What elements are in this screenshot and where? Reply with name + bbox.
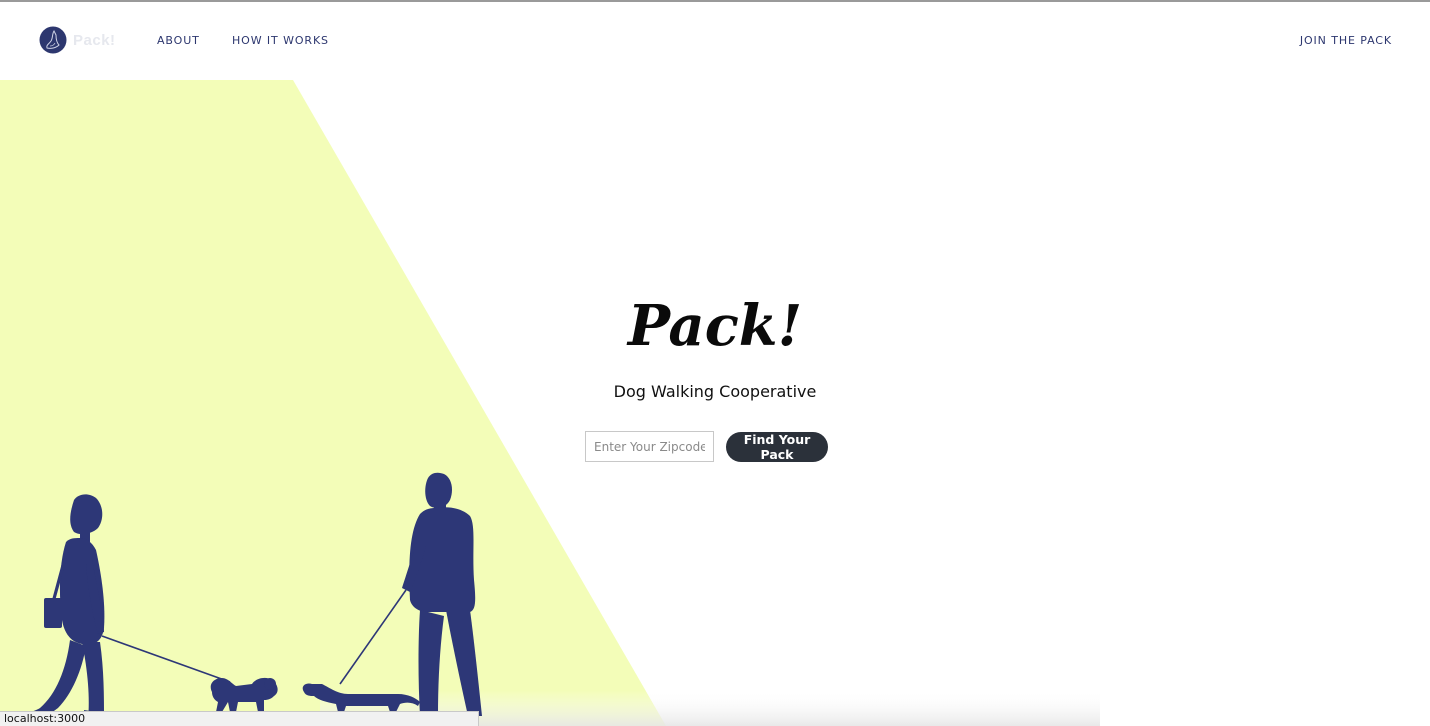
- zip-search-form: Find Your Pack: [585, 431, 828, 462]
- dog-head-logo-icon: [39, 26, 67, 54]
- page: Pack! ABOUT HOW IT WORKS JOIN THE PACK P…: [0, 0, 1430, 726]
- nav-about-link[interactable]: ABOUT: [157, 34, 200, 47]
- brand-text: Pack!: [73, 31, 116, 49]
- nav-how-it-works-link[interactable]: HOW IT WORKS: [232, 34, 329, 47]
- browser-status-bar: localhost:3000: [0, 711, 479, 726]
- hero-subtitle: Dog Walking Cooperative: [613, 382, 817, 401]
- zipcode-input[interactable]: [585, 431, 714, 462]
- hero-section: Pack! Dog Walking Cooperative Find Your …: [0, 80, 1430, 726]
- navbar: Pack! ABOUT HOW IT WORKS JOIN THE PACK: [0, 2, 1430, 80]
- hero-illustration: [0, 80, 1100, 726]
- hero-title: Pack!: [627, 293, 803, 359]
- nav-join-the-pack-link[interactable]: JOIN THE PACK: [1300, 34, 1392, 47]
- brand-link[interactable]: Pack!: [39, 26, 116, 54]
- find-your-pack-button[interactable]: Find Your Pack: [726, 431, 828, 462]
